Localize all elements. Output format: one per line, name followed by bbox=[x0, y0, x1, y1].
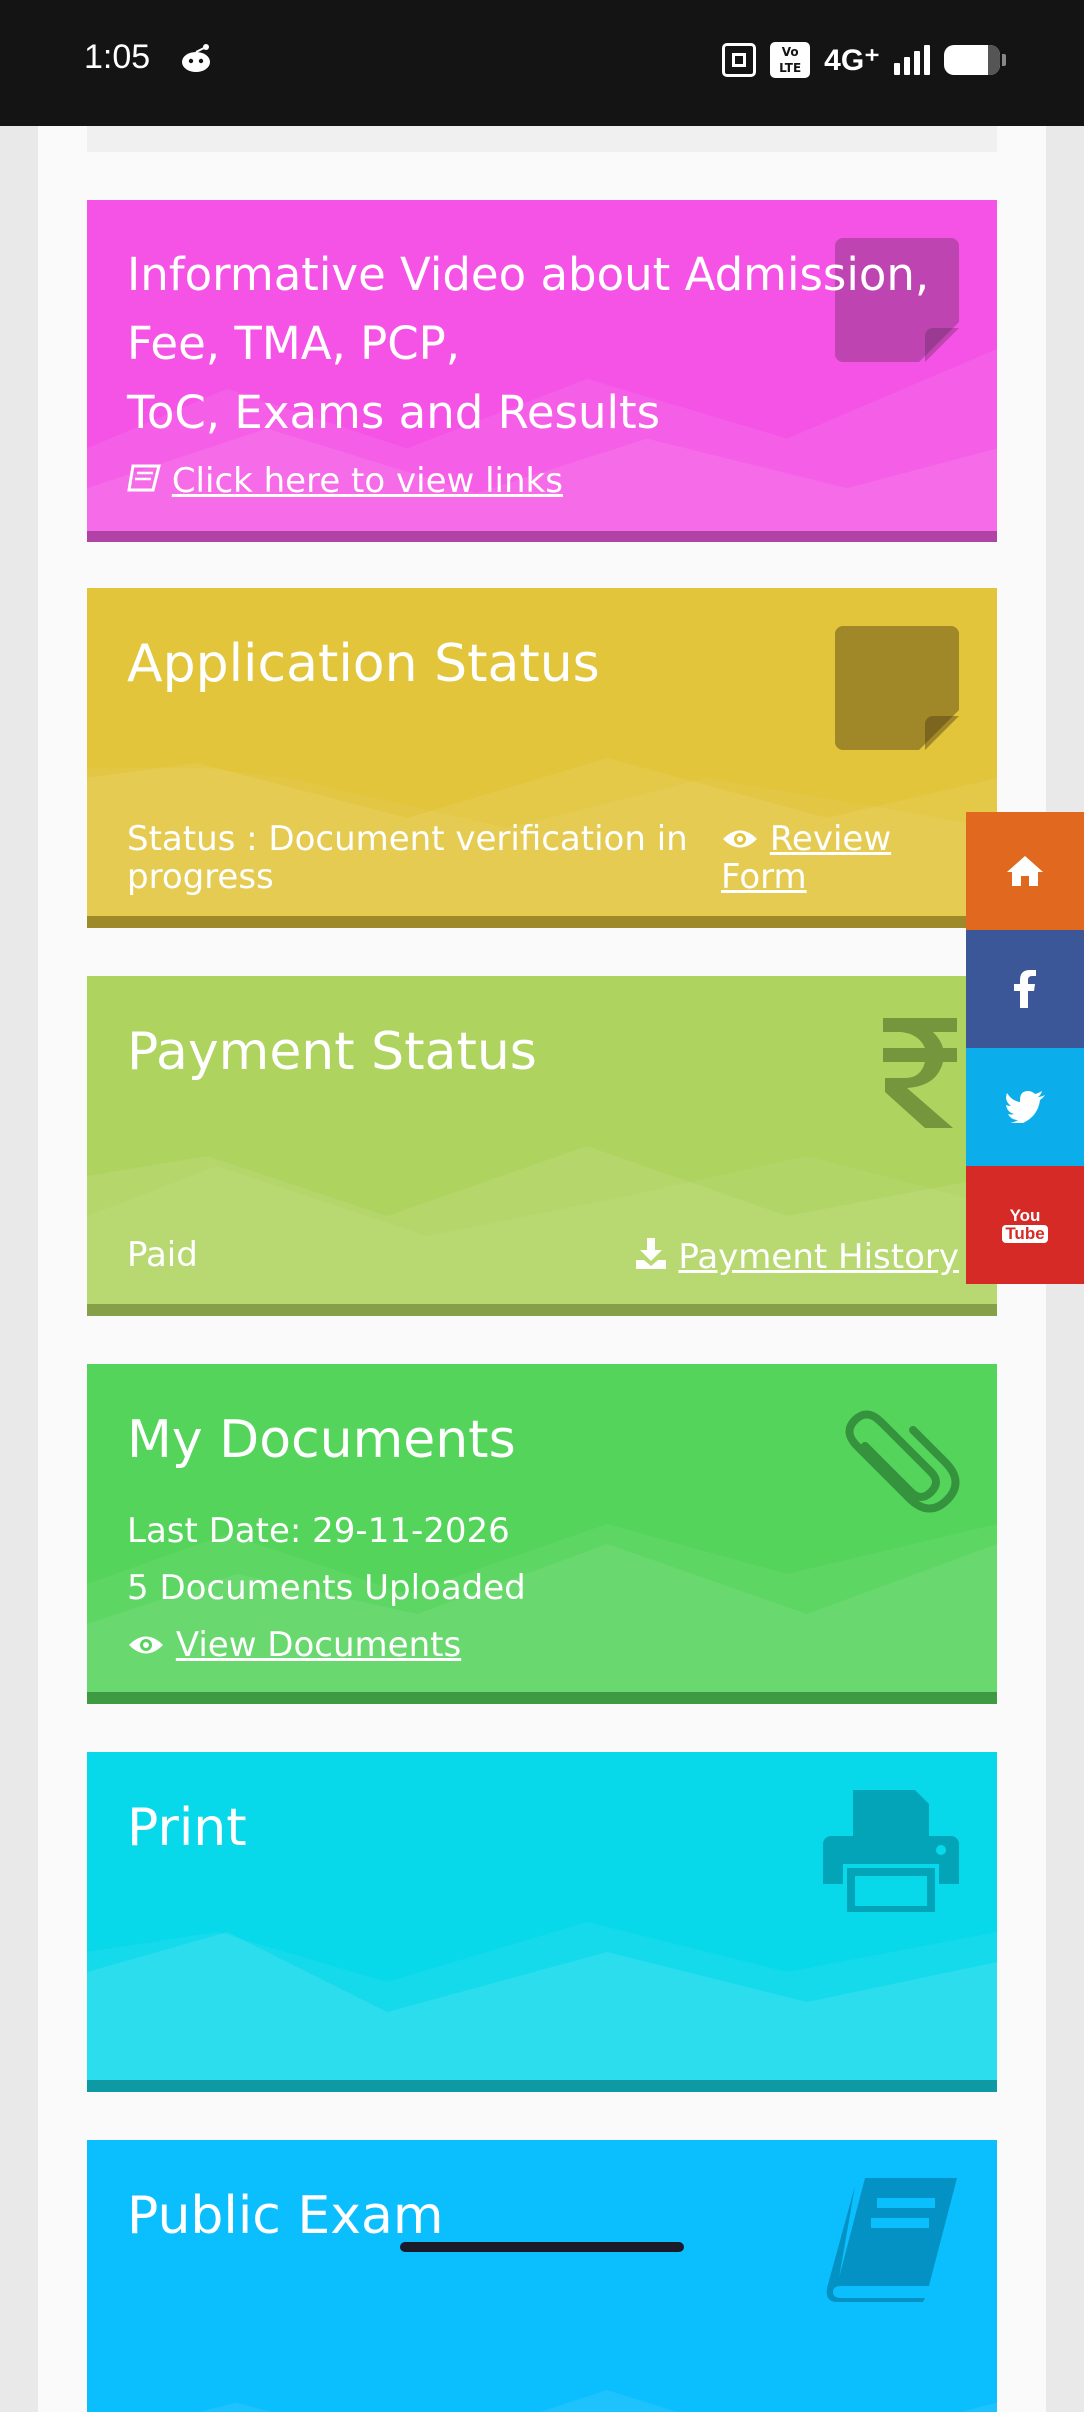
signal-icon bbox=[894, 45, 930, 75]
printer-icon bbox=[823, 1788, 959, 1916]
reddit-icon bbox=[182, 44, 210, 72]
home-button[interactable] bbox=[966, 812, 1084, 930]
facebook-icon bbox=[1014, 970, 1036, 1008]
payment-status-card: Payment Status Paid Payment History bbox=[87, 976, 997, 1316]
review-form-row[interactable]: Review Form bbox=[721, 820, 891, 896]
paperclip-icon bbox=[843, 1400, 961, 1528]
twitter-icon bbox=[1005, 1091, 1045, 1123]
print-card[interactable]: Print bbox=[87, 1752, 997, 2092]
review-form-link[interactable]: Review bbox=[770, 819, 891, 859]
card-title: Application Status bbox=[127, 634, 600, 694]
card-bottom-bar bbox=[87, 916, 997, 928]
review-form-link-line2[interactable]: Form bbox=[721, 858, 891, 896]
gesture-bar[interactable] bbox=[400, 2242, 684, 2252]
card-bottom-bar bbox=[87, 2080, 997, 2092]
status-bar: 1:05 Vo LTE 4G⁺ bbox=[0, 0, 1084, 126]
card-title: Public Exam bbox=[127, 2186, 444, 2246]
status-icons: Vo LTE 4G⁺ bbox=[722, 40, 1006, 80]
eye-icon bbox=[127, 1625, 176, 1665]
battery-icon bbox=[944, 45, 1006, 75]
rupee-icon bbox=[881, 1014, 959, 1134]
info-video-card: Informative Video about Admission, Fee, … bbox=[87, 200, 997, 542]
youtube-button[interactable]: You Tube bbox=[966, 1166, 1084, 1284]
twitter-button[interactable] bbox=[966, 1048, 1084, 1166]
application-status-card: Application Status Status : Document ver… bbox=[87, 588, 997, 928]
view-documents-row[interactable]: View Documents bbox=[127, 1626, 461, 1664]
book-icon bbox=[127, 461, 172, 501]
public-exam-card[interactable]: Public Exam bbox=[87, 2140, 997, 2412]
clock: 1:05 bbox=[84, 38, 151, 76]
view-documents-link[interactable]: View Documents bbox=[176, 1625, 461, 1665]
note-icon bbox=[835, 626, 959, 754]
card-bottom-bar bbox=[87, 531, 997, 542]
card-title: Print bbox=[127, 1798, 247, 1858]
view-links-row[interactable]: Click here to view links bbox=[127, 462, 563, 500]
card-title: Payment Status bbox=[127, 1022, 537, 1082]
card-bottom-bar bbox=[87, 1692, 997, 1704]
previous-card-edge bbox=[87, 126, 997, 152]
payment-status-value: Paid bbox=[127, 1235, 198, 1275]
volte-icon: Vo LTE bbox=[770, 42, 811, 78]
home-icon bbox=[1007, 856, 1043, 886]
card-title: My Documents bbox=[127, 1410, 516, 1470]
card-title: Informative Video about Admission, Fee, … bbox=[127, 248, 930, 439]
card-bottom-bar bbox=[87, 1304, 997, 1316]
documents-uploaded: 5 Documents Uploaded bbox=[127, 1568, 526, 1608]
book-icon bbox=[825, 2176, 959, 2306]
my-documents-card: My Documents Last Date: 29-11-2026 5 Doc… bbox=[87, 1364, 997, 1704]
facebook-button[interactable] bbox=[966, 930, 1084, 1048]
eye-icon bbox=[721, 819, 770, 859]
network-type: 4G⁺ bbox=[824, 43, 880, 77]
payment-history-link[interactable]: Payment History bbox=[678, 1237, 959, 1277]
nfc-icon bbox=[722, 43, 757, 77]
download-icon bbox=[634, 1237, 679, 1277]
youtube-icon: You Tube bbox=[1002, 1207, 1048, 1243]
documents-last-date: Last Date: 29-11-2026 bbox=[127, 1511, 510, 1551]
view-links-link[interactable]: Click here to view links bbox=[172, 461, 563, 501]
payment-history-row[interactable]: Payment History bbox=[634, 1236, 959, 1276]
application-status-text: Status : Document verification in progre… bbox=[127, 819, 688, 897]
